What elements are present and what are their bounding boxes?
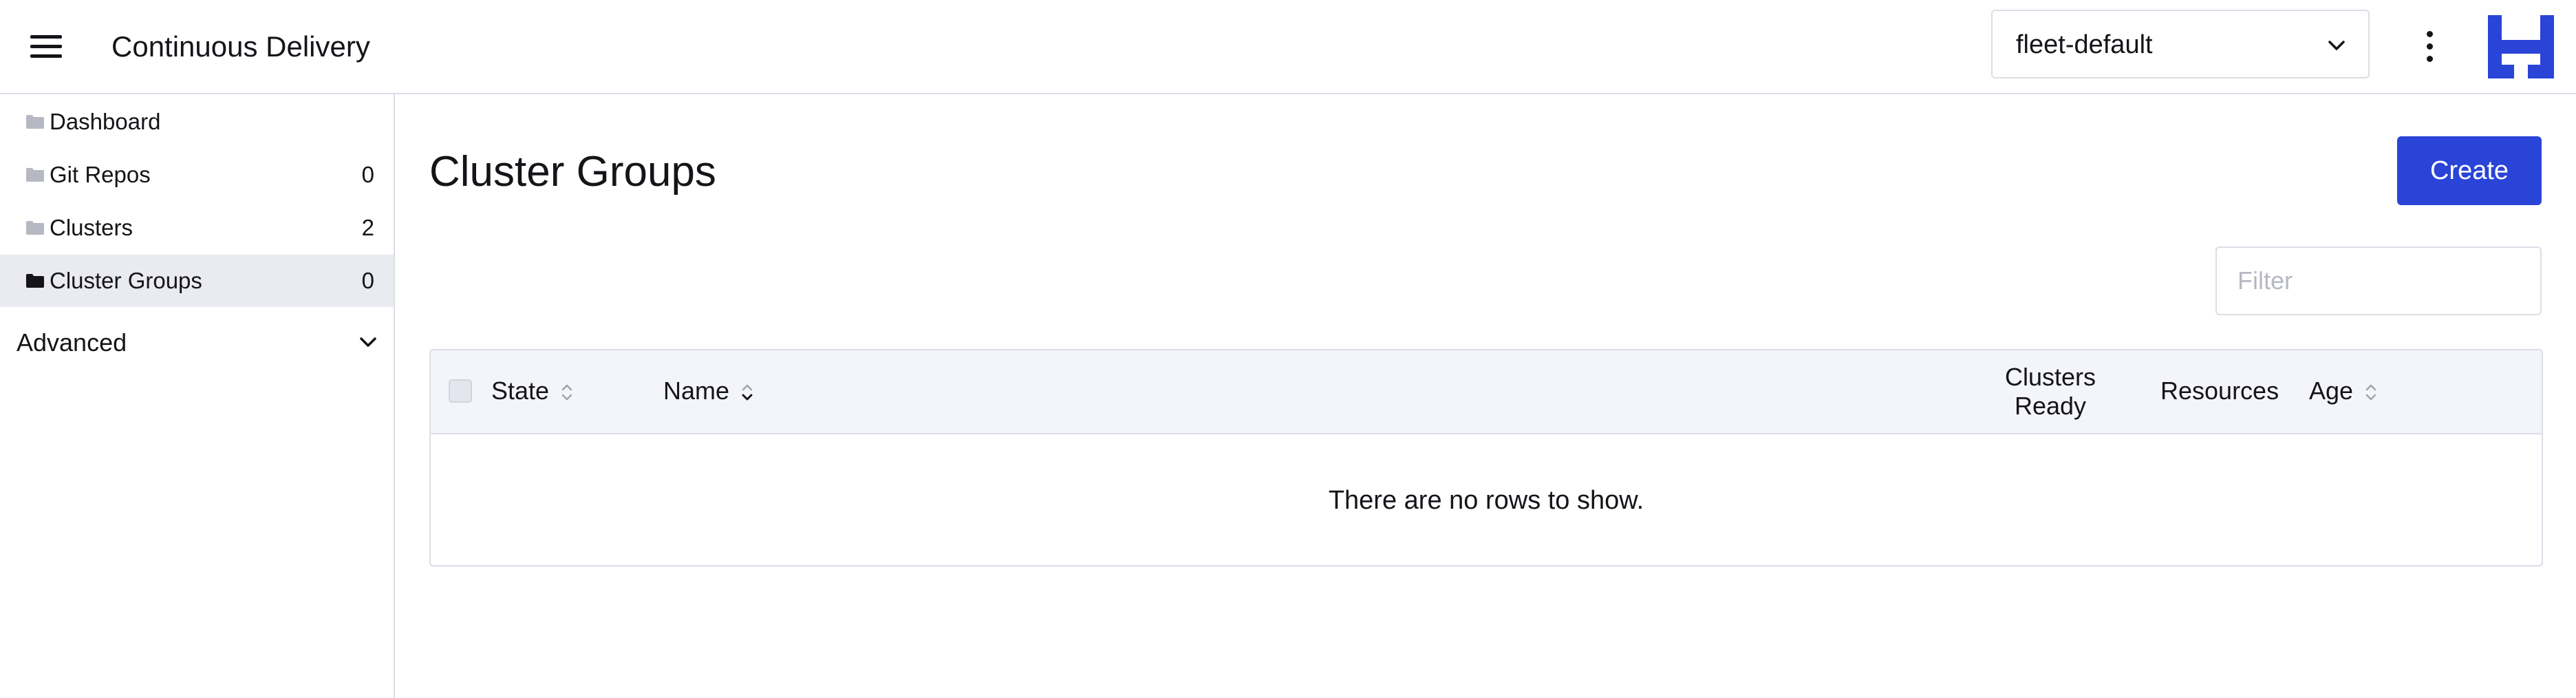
- sidebar-group-label: Advanced: [17, 328, 127, 357]
- folder-icon: [26, 115, 44, 129]
- sort-icon: [561, 385, 572, 401]
- chevron-down-icon: [360, 337, 376, 347]
- page-title: Cluster Groups: [429, 148, 716, 195]
- sidebar-item-count: 0: [361, 268, 374, 293]
- sidebar-item-clusters[interactable]: Clusters 2: [0, 202, 394, 254]
- sidebar-item-cluster-groups[interactable]: Cluster Groups 0: [0, 255, 394, 307]
- sidebar-item-label: Git Repos: [50, 162, 151, 187]
- chevron-down-icon: [2328, 41, 2345, 50]
- sort-icon: [2365, 385, 2376, 401]
- column-header-label: Age: [2309, 377, 2354, 405]
- create-button[interactable]: Create: [2397, 136, 2542, 205]
- kebab-menu-icon[interactable]: [2415, 28, 2445, 66]
- app-title: Continuous Delivery: [111, 30, 370, 63]
- folder-icon: [26, 168, 44, 182]
- namespace-select[interactable]: fleet-default: [1991, 10, 2370, 78]
- folder-icon: [26, 221, 44, 235]
- sidebar-item-label: Cluster Groups: [50, 268, 202, 293]
- column-header-label: Ready: [2014, 392, 2087, 420]
- namespace-select-value: fleet-default: [2016, 30, 2153, 59]
- sidebar-item-git-repos[interactable]: Git Repos 0: [0, 149, 394, 201]
- top-header: Continuous Delivery fleet-default: [0, 0, 2576, 94]
- column-header-label: State: [491, 377, 550, 405]
- select-all-checkbox[interactable]: [449, 379, 472, 403]
- column-header-age[interactable]: Age: [2309, 377, 2379, 405]
- column-header-label: Resources: [2160, 377, 2279, 405]
- sidebar-item-count: 0: [361, 162, 374, 187]
- column-header-label: Clusters: [2004, 363, 2096, 391]
- sidebar: Dashboard Git Repos 0 Clusters 2 Cluster…: [0, 94, 395, 698]
- empty-table-message: There are no rows to show.: [1328, 486, 1644, 515]
- sidebar-item-label: Clusters: [50, 215, 133, 240]
- hamburger-menu-icon[interactable]: [29, 33, 65, 61]
- column-header-label: Name: [663, 377, 730, 405]
- avatar[interactable]: [2488, 15, 2554, 78]
- filter-input[interactable]: [2215, 246, 2542, 315]
- table-header: State Name Clusters Ready Resources Age: [431, 350, 2542, 434]
- cluster-groups-table: State Name Clusters Ready Resources Age …: [429, 349, 2543, 567]
- column-header-name[interactable]: Name: [663, 377, 755, 405]
- sidebar-item-dashboard[interactable]: Dashboard: [0, 96, 394, 148]
- column-header-resources: Resources: [2160, 377, 2279, 405]
- sidebar-item-label: Dashboard: [50, 109, 161, 134]
- column-header-clusters-ready[interactable]: Clusters Ready: [1991, 363, 2110, 421]
- column-header-state[interactable]: State: [491, 377, 575, 405]
- sort-icon: [742, 385, 753, 401]
- sidebar-item-count: 2: [361, 215, 374, 240]
- sidebar-group-advanced[interactable]: Advanced: [0, 315, 394, 370]
- folder-icon: [26, 274, 44, 288]
